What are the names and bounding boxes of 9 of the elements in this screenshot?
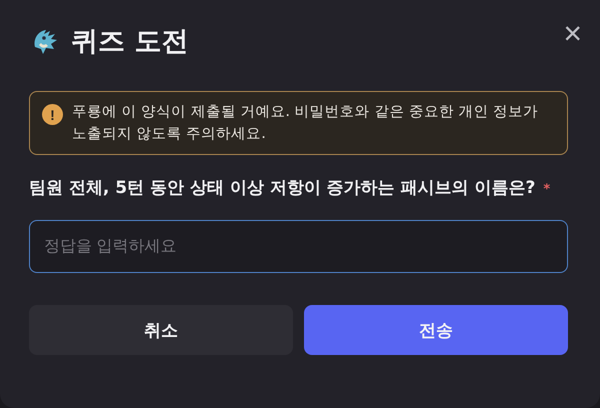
dialog-title: 퀴즈 도전 <box>71 25 190 59</box>
close-button[interactable]: × <box>563 17 582 49</box>
warning-text: 푸룡에 이 양식이 제출될 거예요. 비밀번호와 같은 중요한 개인 정보가 노출되지 않도록 주의하세요. <box>72 103 540 144</box>
submit-button[interactable]: 전송 <box>304 305 568 355</box>
answer-field[interactable]: 정답을 입력하세요 <box>29 220 568 273</box>
question-text: 팀원 전체, 5턴 동안 상태 이상 저항이 증가하는 패시브의 이름은? <box>29 178 536 198</box>
required-mark: * <box>543 182 550 197</box>
cancel-button[interactable]: 취소 <box>29 305 293 355</box>
warning-icon: ! <box>42 104 63 125</box>
